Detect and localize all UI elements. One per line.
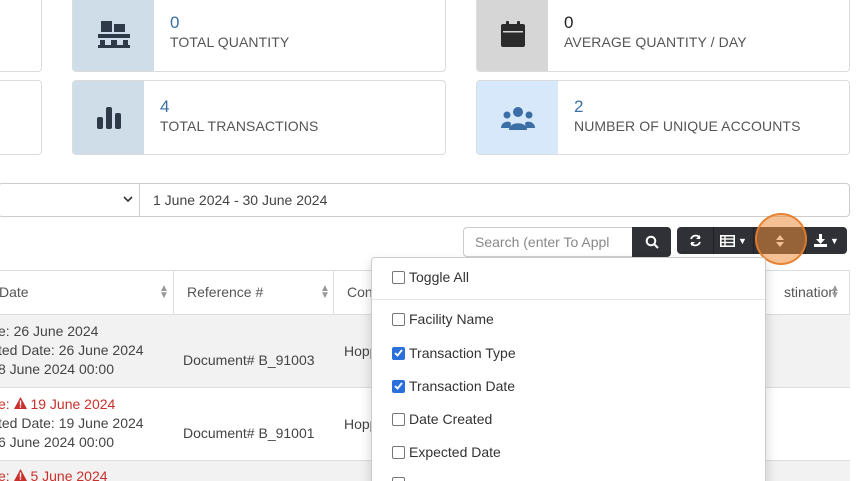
stat-card-total-quantity: 0 TOTAL QUANTITY — [72, 0, 446, 72]
column-option-facility-name[interactable]: Facility Name — [392, 311, 494, 327]
calendar-icon — [477, 0, 548, 71]
option-label: Facility Name — [409, 311, 494, 327]
date-line: e: 26 June 2024 — [0, 323, 99, 339]
option-label: Transaction Date — [409, 378, 516, 394]
toggle-all-option[interactable]: Toggle All — [392, 269, 469, 285]
warning-icon — [13, 396, 27, 412]
download-icon — [814, 234, 828, 247]
column-option-transaction-date[interactable]: Transaction Date — [392, 378, 515, 394]
reference-cell: Document# B_91003 — [183, 352, 315, 368]
date-line: ted Date: 26 June 2024 — [0, 342, 144, 358]
export-button[interactable]: ▼ — [806, 227, 847, 254]
divider — [372, 299, 765, 300]
caret-down-icon: ▼ — [830, 235, 839, 246]
stat-card-left-top — [0, 0, 42, 72]
caret-down-icon: ▼ — [738, 235, 747, 246]
columns-button[interactable]: ▼ — [714, 227, 754, 254]
option-label: Date Created — [409, 411, 493, 427]
column-option-expected-date[interactable]: Expected Date — [392, 444, 501, 460]
checkbox[interactable] — [392, 412, 405, 426]
checkbox[interactable] — [392, 445, 405, 459]
reference-cell: Document# B_91001 — [183, 425, 315, 441]
option-label: Transaction Type — [409, 345, 516, 361]
column-option-transaction-type[interactable]: Transaction Type — [392, 345, 516, 361]
option-label: Expected Date — [409, 444, 501, 460]
stat-card-total-transactions: 4 TOTAL TRANSACTIONS — [72, 80, 446, 155]
date-prefix: e: — [0, 396, 10, 412]
date-prefix: e: — [0, 468, 10, 481]
refresh-button[interactable] — [677, 227, 714, 254]
total-transactions-value: 4 — [160, 97, 170, 116]
search-button[interactable] — [632, 227, 671, 257]
table-icon — [720, 234, 736, 247]
date-line: e: 19 June 2024 — [0, 396, 115, 412]
date-line: 6 June 2024 00:00 — [0, 434, 114, 450]
average-quantity-label: AVERAGE QUANTITY / DAY — [564, 34, 747, 50]
refresh-icon — [689, 234, 701, 247]
overdue-date: 19 June 2024 — [30, 396, 116, 412]
bar-chart-icon — [73, 81, 144, 154]
total-quantity-value: 0 — [170, 13, 180, 32]
search-icon — [645, 235, 659, 249]
unique-accounts-label: NUMBER OF UNIQUE ACCOUNTS — [574, 118, 801, 134]
date-line: ted Date: 19 June 2024 — [0, 415, 144, 431]
header-destination[interactable]: stination — [784, 284, 836, 300]
filter-select[interactable] — [0, 184, 140, 216]
average-quantity-value: 0 — [564, 13, 574, 32]
date-line: 8 June 2024 00:00 — [0, 361, 114, 377]
date-line: e: 5 June 2024 — [0, 468, 108, 481]
stat-card-left-bottom — [0, 80, 42, 155]
header-reference[interactable]: Reference # — [187, 284, 263, 300]
search-input[interactable]: Search (enter To Appl — [463, 227, 633, 257]
pallet-icon — [73, 0, 154, 71]
checkbox[interactable] — [392, 270, 405, 284]
checkbox[interactable] — [392, 312, 405, 326]
stat-card-average-quantity: 0 AVERAGE QUANTITY / DAY — [476, 0, 850, 72]
sort-icon[interactable]: ▲ ▼ — [159, 284, 169, 301]
toggle-all-label: Toggle All — [409, 269, 469, 285]
users-icon — [477, 81, 558, 154]
column-toggle-dropdown: Toggle All Facility Name Transaction Typ… — [371, 257, 766, 481]
column-option-date-created[interactable]: Date Created — [392, 411, 492, 427]
date-range-picker[interactable]: 1 June 2024 - 30 June 2024 — [153, 192, 327, 208]
column-option-partial[interactable] — [392, 477, 409, 481]
overdue-date: 5 June 2024 — [30, 468, 108, 481]
sort-icon[interactable]: ▲ ▼ — [830, 284, 840, 301]
filter-bar: 1 June 2024 - 30 June 2024 — [0, 183, 850, 217]
checkbox[interactable] — [392, 477, 405, 481]
chevron-down-icon — [123, 193, 133, 207]
stat-card-unique-accounts: 2 NUMBER OF UNIQUE ACCOUNTS — [476, 80, 850, 155]
unique-accounts-value: 2 — [574, 97, 584, 116]
header-date[interactable]: Date — [0, 284, 29, 300]
total-quantity-label: TOTAL QUANTITY — [170, 34, 290, 50]
total-transactions-label: TOTAL TRANSACTIONS — [160, 118, 319, 134]
checkbox-checked[interactable] — [392, 379, 405, 393]
sort-icon[interactable]: ▲ ▼ — [320, 284, 330, 301]
checkbox-checked[interactable] — [392, 346, 405, 360]
warning-icon — [13, 468, 27, 481]
